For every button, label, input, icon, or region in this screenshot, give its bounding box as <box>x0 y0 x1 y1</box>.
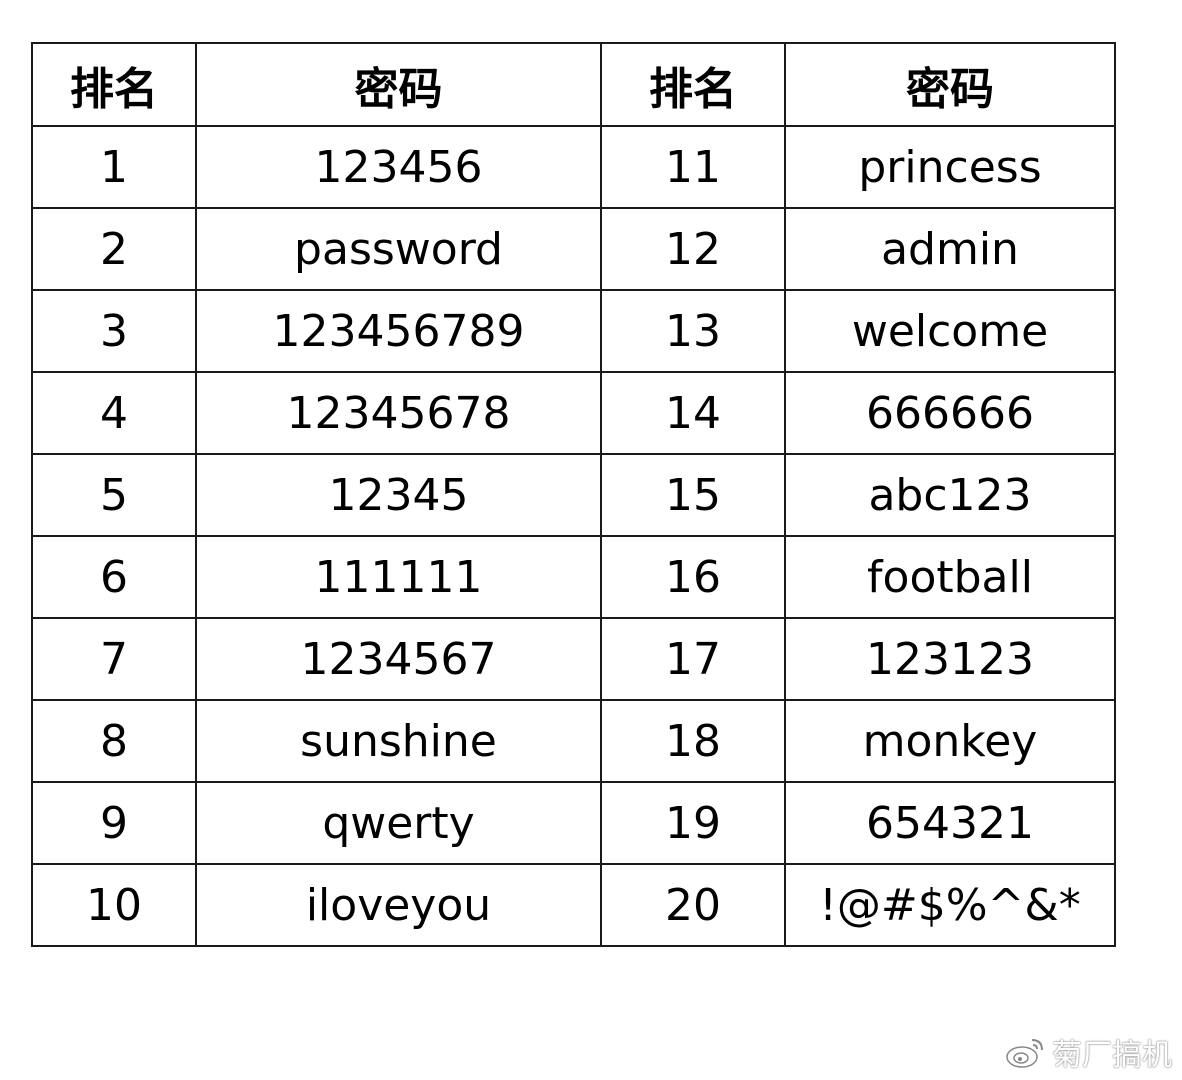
rank-cell: 12 <box>600 207 786 291</box>
table-row: 6 111111 16 football <box>31 535 1116 619</box>
rank-cell: 7 <box>31 617 197 701</box>
rank-cell: 1 <box>31 125 197 209</box>
password-cell: password <box>195 207 602 291</box>
header-rank-left: 排名 <box>31 42 197 127</box>
password-cell: princess <box>784 125 1116 209</box>
password-cell: admin <box>784 207 1116 291</box>
password-cell: iloveyou <box>195 863 602 947</box>
password-cell: abc123 <box>784 453 1116 537</box>
password-cell: welcome <box>784 289 1116 373</box>
rank-cell: 9 <box>31 781 197 865</box>
password-cell: monkey <box>784 699 1116 783</box>
password-cell: 12345678 <box>195 371 602 455</box>
password-cell: football <box>784 535 1116 619</box>
rank-cell: 2 <box>31 207 197 291</box>
rank-cell: 15 <box>600 453 786 537</box>
table-row: 2 password 12 admin <box>31 207 1116 291</box>
watermark-text: 菊厂搞机 <box>1052 1038 1172 1073</box>
rank-cell: 3 <box>31 289 197 373</box>
rank-cell: 6 <box>31 535 197 619</box>
password-cell: 123123 <box>784 617 1116 701</box>
rank-cell: 10 <box>31 863 197 947</box>
password-cell: sunshine <box>195 699 602 783</box>
table-row: 9 qwerty 19 654321 <box>31 781 1116 865</box>
weibo-icon <box>1006 1039 1043 1068</box>
rank-cell: 16 <box>600 535 786 619</box>
table-row: 7 1234567 17 123123 <box>31 617 1116 701</box>
rank-cell: 5 <box>31 453 197 537</box>
rank-cell: 4 <box>31 371 197 455</box>
watermark: 菊厂搞机 <box>1004 1030 1172 1074</box>
password-cell: 123456789 <box>195 289 602 373</box>
password-ranking-table: 排名 密码 排名 密码 1 123456 11 princess 2 password 12… <box>31 42 1116 947</box>
table-row: 3 123456789 13 welcome <box>31 289 1116 373</box>
password-cell: 1234567 <box>195 617 602 701</box>
rank-cell: 19 <box>600 781 786 865</box>
table-row: 10 iloveyou 20 !@#$%^&* <box>31 863 1116 947</box>
rank-cell: 8 <box>31 699 197 783</box>
header-password-right: 密码 <box>784 42 1116 127</box>
password-cell: 666666 <box>784 371 1116 455</box>
rank-cell: 20 <box>600 863 786 947</box>
rank-cell: 17 <box>600 617 786 701</box>
header-rank-right: 排名 <box>600 42 786 127</box>
password-cell: 123456 <box>195 125 602 209</box>
rank-cell: 14 <box>600 371 786 455</box>
table-row: 8 sunshine 18 monkey <box>31 699 1116 783</box>
password-cell: 654321 <box>784 781 1116 865</box>
password-cell: !@#$%^&* <box>784 863 1116 947</box>
password-cell: qwerty <box>195 781 602 865</box>
table-row: 5 12345 15 abc123 <box>31 453 1116 537</box>
table-row: 4 12345678 14 666666 <box>31 371 1116 455</box>
password-cell: 111111 <box>195 535 602 619</box>
header-password-left: 密码 <box>195 42 602 127</box>
header-row: 排名 密码 排名 密码 <box>31 42 1116 127</box>
rank-cell: 13 <box>600 289 786 373</box>
rank-cell: 11 <box>600 125 786 209</box>
rank-cell: 18 <box>600 699 786 783</box>
table-row: 1 123456 11 princess <box>31 125 1116 209</box>
password-cell: 12345 <box>195 453 602 537</box>
